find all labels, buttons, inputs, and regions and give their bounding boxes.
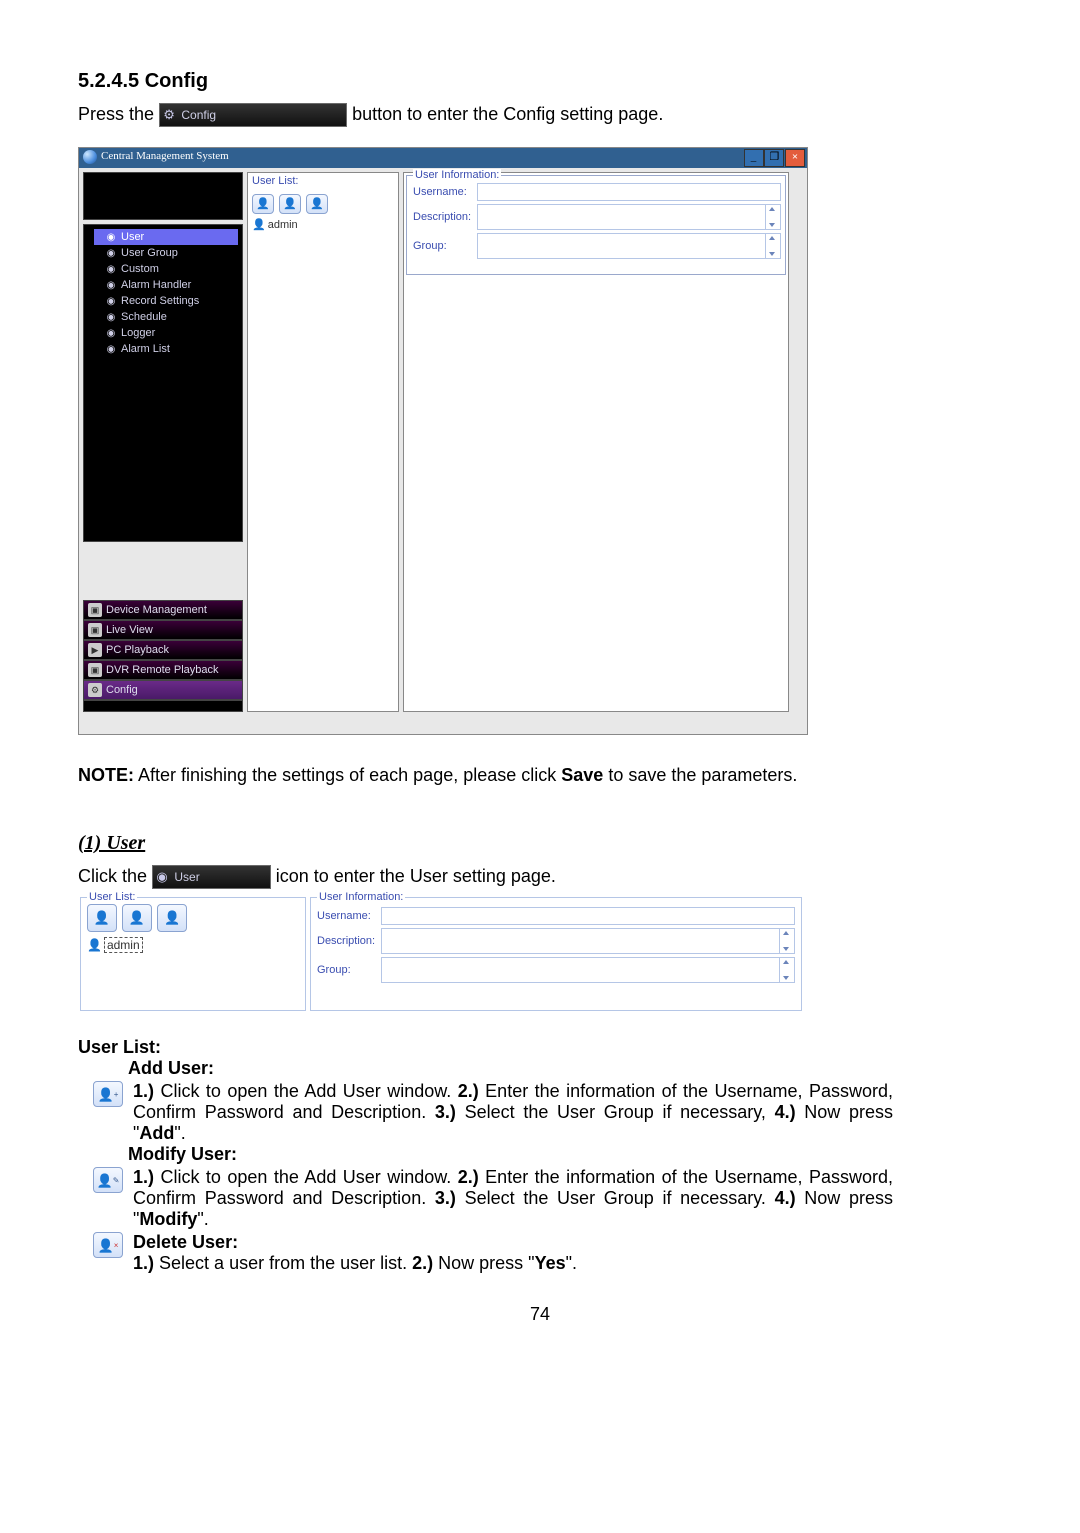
section-heading: 5.2.4.5 Config bbox=[78, 70, 1002, 93]
username-label-2: Username: bbox=[317, 910, 381, 922]
config-nav-icon: ⚙ bbox=[88, 683, 102, 697]
click-user-line: Click the ◉ User icon to enter the User … bbox=[78, 865, 1002, 889]
description-spinner[interactable] bbox=[765, 205, 780, 229]
config-button-label: Config bbox=[181, 108, 216, 122]
schedule-icon: ◉ bbox=[104, 312, 118, 323]
config-button-chip[interactable]: ⚙ Config bbox=[159, 103, 347, 127]
user-chip-icon: ◉ bbox=[153, 866, 171, 888]
description-input-2[interactable] bbox=[381, 928, 795, 954]
user-list-heading: User List: bbox=[248, 173, 398, 189]
username-input-2[interactable] bbox=[381, 907, 795, 925]
group-input[interactable] bbox=[477, 233, 781, 259]
nav-pc-playback[interactable]: ▶PC Playback bbox=[83, 640, 243, 660]
user-tree-chip[interactable]: ◉ User bbox=[152, 865, 271, 889]
page-number: 74 bbox=[78, 1304, 1002, 1325]
note-line: NOTE: After finishing the settings of ea… bbox=[78, 765, 1002, 786]
subsection-user: (1) User bbox=[78, 832, 1002, 855]
window-title: Central Management System bbox=[101, 150, 229, 162]
delete-user-icon: 👤× bbox=[93, 1232, 123, 1258]
add-user-section-heading: Add User: bbox=[128, 1058, 1002, 1079]
tree-alarm-list[interactable]: ◉Alarm List bbox=[94, 341, 238, 357]
user-icon: ◉ bbox=[104, 232, 118, 243]
maximize-button[interactable]: ❐ bbox=[764, 149, 784, 167]
modify-user-section-heading: Modify User: bbox=[128, 1144, 1002, 1165]
tree-user[interactable]: ◉User bbox=[94, 229, 238, 245]
press-prefix: Press the bbox=[78, 104, 159, 124]
user-row-icon-2: 👤 bbox=[87, 938, 102, 952]
alarm-list-icon: ◉ bbox=[104, 344, 118, 355]
add-user-steps: 1.) Click to open the Add User window. 2… bbox=[133, 1081, 893, 1144]
config-tree: ◉User ◉User Group ◉Custom ◉Alarm Handler… bbox=[83, 224, 243, 542]
modify-user-button[interactable]: 👤 bbox=[279, 194, 301, 214]
user-list-legend-2: User List: bbox=[87, 891, 137, 903]
tree-custom[interactable]: ◉Custom bbox=[94, 261, 238, 277]
group-spinner[interactable] bbox=[765, 234, 780, 258]
nav-config[interactable]: ⚙Config bbox=[83, 680, 243, 700]
bottom-nav: ▣Device Management ▣Live View ▶PC Playba… bbox=[83, 600, 243, 712]
tree-schedule[interactable]: ◉Schedule bbox=[94, 309, 238, 325]
username-label: Username: bbox=[413, 186, 477, 198]
alarm-icon: ◉ bbox=[104, 280, 118, 291]
description-label-2: Description: bbox=[317, 935, 381, 947]
nav-spacer bbox=[83, 700, 243, 712]
group-label: Group: bbox=[413, 240, 477, 252]
modify-user-steps: 1.) Click to open the Add User window. 2… bbox=[133, 1167, 893, 1230]
custom-icon: ◉ bbox=[104, 264, 118, 275]
modify-user-icon: 👤✎ bbox=[93, 1167, 123, 1193]
device-icon: ▣ bbox=[88, 603, 102, 617]
sidebar: ◉User ◉User Group ◉Custom ◉Alarm Handler… bbox=[83, 172, 243, 712]
group-input-2[interactable] bbox=[381, 957, 795, 983]
group-icon: ◉ bbox=[104, 248, 118, 259]
config-icon: ⚙ bbox=[160, 104, 178, 126]
app-icon bbox=[83, 150, 97, 164]
delete-user-button[interactable]: 👤 bbox=[306, 194, 328, 214]
titlebar: Central Management System _ ❐ × bbox=[79, 148, 807, 168]
nav-dvr-remote-playback[interactable]: ▣DVR Remote Playback bbox=[83, 660, 243, 680]
close-button[interactable]: × bbox=[785, 149, 805, 167]
tree-alarm-handler[interactable]: ◉Alarm Handler bbox=[94, 277, 238, 293]
add-user-icon: 👤+ bbox=[93, 1081, 123, 1107]
nav-live-view[interactable]: ▣Live View bbox=[83, 620, 243, 640]
group-spinner-2[interactable] bbox=[779, 958, 794, 982]
delete-user-button-2[interactable]: 👤 bbox=[157, 904, 187, 932]
playback-icon: ▶ bbox=[88, 643, 102, 657]
user-list-item-admin[interactable]: 👤admin bbox=[248, 216, 398, 233]
group-label-2: Group: bbox=[317, 964, 381, 976]
delete-user-steps: Delete User: 1.) Select a user from the … bbox=[133, 1232, 893, 1274]
user-info-legend-2: User Information: bbox=[317, 891, 405, 903]
live-view-icon: ▣ bbox=[88, 623, 102, 637]
sidebar-logo-area bbox=[83, 172, 243, 220]
tree-record-settings[interactable]: ◉Record Settings bbox=[94, 293, 238, 309]
description-input[interactable] bbox=[477, 204, 781, 230]
user-list-title: User List: bbox=[78, 1037, 1002, 1058]
username-input[interactable] bbox=[477, 183, 781, 201]
user-admin-row[interactable]: 👤admin bbox=[87, 938, 299, 952]
modify-user-button-2[interactable]: 👤 bbox=[122, 904, 152, 932]
press-line: Press the ⚙ Config button to enter the C… bbox=[78, 103, 1002, 127]
user-info-legend: User Information: bbox=[413, 169, 501, 181]
press-suffix: button to enter the Config setting page. bbox=[352, 104, 663, 124]
description-spinner-2[interactable] bbox=[779, 929, 794, 953]
user-info-panel: User Information: Username: Description:… bbox=[403, 172, 789, 712]
tree-logger[interactable]: ◉Logger bbox=[94, 325, 238, 341]
logger-icon: ◉ bbox=[104, 328, 118, 339]
record-icon: ◉ bbox=[104, 296, 118, 307]
app-window: Central Management System _ ❐ × ◉User ◉U… bbox=[78, 147, 808, 735]
tree-user-group[interactable]: ◉User Group bbox=[94, 245, 238, 261]
user-row-icon: 👤 bbox=[252, 219, 266, 231]
dvr-icon: ▣ bbox=[88, 663, 102, 677]
nav-device-management[interactable]: ▣Device Management bbox=[83, 600, 243, 620]
minimize-button[interactable]: _ bbox=[744, 149, 764, 167]
user-list-panel: User List: 👤 👤 👤 👤admin bbox=[247, 172, 399, 712]
user-setting-screenshot: User List: 👤 👤 👤 👤admin User Information… bbox=[78, 895, 804, 1013]
add-user-button-2[interactable]: 👤 bbox=[87, 904, 117, 932]
add-user-button[interactable]: 👤 bbox=[252, 194, 274, 214]
description-label: Description: bbox=[413, 211, 477, 223]
